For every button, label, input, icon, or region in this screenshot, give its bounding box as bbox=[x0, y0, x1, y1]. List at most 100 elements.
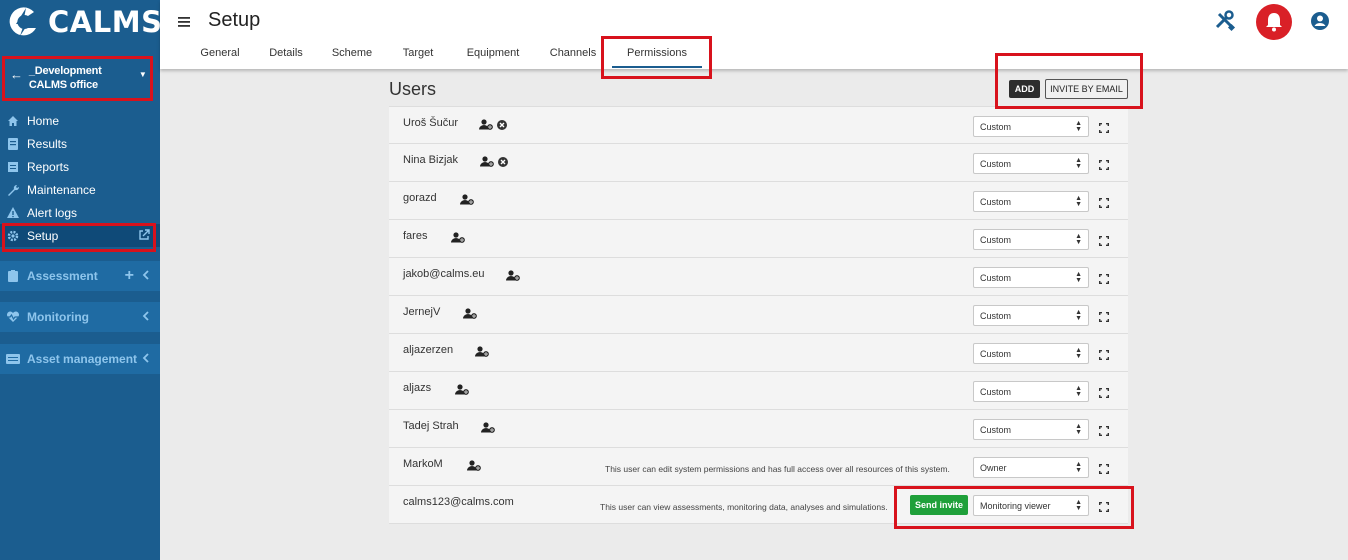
role-select[interactable]: Custom ▲ ▼ bbox=[973, 305, 1089, 326]
tab-details[interactable]: Details bbox=[252, 40, 320, 68]
select-arrows-icon: ▲ ▼ bbox=[1075, 423, 1082, 436]
select-arrows-icon: ▲ ▼ bbox=[1075, 385, 1082, 398]
chevron-left-icon[interactable] bbox=[142, 269, 150, 283]
expand-icon[interactable] bbox=[1099, 157, 1109, 175]
org-name: _Development CALMS office bbox=[28, 65, 102, 91]
user-row: JernejV Custom ▲ ▼ bbox=[389, 296, 1128, 334]
user-icons bbox=[463, 306, 477, 324]
user-key-icon[interactable] bbox=[463, 306, 477, 324]
clipboard-icon bbox=[6, 269, 20, 283]
expand-icon[interactable] bbox=[1099, 385, 1109, 403]
user-name: MarkoM bbox=[403, 458, 443, 470]
chevron-left-icon[interactable] bbox=[142, 352, 150, 366]
user-icons bbox=[451, 230, 465, 248]
gear-icon bbox=[6, 229, 20, 243]
select-arrows-icon: ▲ ▼ bbox=[1075, 461, 1082, 474]
tab-channels[interactable]: Channels bbox=[534, 40, 612, 68]
expand-icon[interactable] bbox=[1099, 499, 1109, 517]
user-key-icon[interactable] bbox=[455, 382, 469, 400]
tab-scheme[interactable]: Scheme bbox=[320, 40, 384, 68]
users-list: Uroš Šučur Custom ▲ ▼ Nina Bizjak Custom ▲ ▼ gor… bbox=[389, 106, 1128, 524]
remove-user-icon[interactable] bbox=[498, 154, 508, 172]
role-select[interactable]: Custom ▲ ▼ bbox=[973, 343, 1089, 364]
sidebar-section-label: Monitoring bbox=[27, 310, 89, 324]
sidebar-item-results[interactable]: Results bbox=[0, 132, 160, 155]
external-link-icon[interactable] bbox=[138, 229, 150, 244]
add-user-button[interactable]: ADD bbox=[1009, 80, 1040, 98]
role-select-value: Custom bbox=[980, 196, 1012, 207]
role-select[interactable]: Owner ▲ ▼ bbox=[973, 457, 1089, 478]
select-arrows-icon: ▲ ▼ bbox=[1075, 347, 1082, 360]
role-select-value: Custom bbox=[980, 386, 1012, 397]
user-key-icon[interactable] bbox=[467, 458, 481, 476]
user-key-icon[interactable] bbox=[451, 230, 465, 248]
tab-equipment[interactable]: Equipment bbox=[452, 40, 534, 68]
user-row: Uroš Šučur Custom ▲ ▼ bbox=[389, 106, 1128, 144]
select-arrows-icon: ▲ ▼ bbox=[1075, 309, 1082, 322]
tab-permissions[interactable]: Permissions bbox=[612, 40, 702, 68]
user-key-icon[interactable] bbox=[475, 344, 489, 362]
role-select[interactable]: Custom ▲ ▼ bbox=[973, 229, 1089, 250]
sidebar-item-maintenance[interactable]: Maintenance bbox=[0, 178, 160, 201]
sidebar-item-label: Alert logs bbox=[27, 205, 78, 220]
select-arrows-icon: ▲ ▼ bbox=[1075, 233, 1082, 246]
expand-icon[interactable] bbox=[1099, 195, 1109, 213]
role-select[interactable]: Custom ▲ ▼ bbox=[973, 153, 1089, 174]
role-select[interactable]: Custom ▲ ▼ bbox=[973, 116, 1089, 137]
expand-icon[interactable] bbox=[1099, 347, 1109, 365]
user-name: aljazs bbox=[403, 382, 432, 394]
send-invite-button[interactable]: Send invite bbox=[910, 495, 968, 515]
org-switcher[interactable]: ← _Development CALMS office ▼ bbox=[4, 58, 152, 98]
chevron-left-icon[interactable] bbox=[142, 310, 150, 324]
role-select-value: Owner bbox=[980, 462, 1007, 473]
hamburger-menu-icon[interactable] bbox=[178, 14, 190, 32]
user-key-icon[interactable] bbox=[506, 268, 520, 286]
sidebar: CALMS ← _Development CALMS office ▼ Home… bbox=[0, 0, 162, 560]
role-select[interactable]: Monitoring viewer ▲ ▼ bbox=[973, 495, 1089, 516]
expand-icon[interactable] bbox=[1099, 309, 1109, 327]
user-icons bbox=[506, 268, 520, 286]
user-row: jakob@calms.eu Custom ▲ ▼ bbox=[389, 258, 1128, 296]
role-select[interactable]: Custom ▲ ▼ bbox=[973, 381, 1089, 402]
user-key-icon[interactable] bbox=[479, 117, 493, 135]
sidebar-item-alert-logs[interactable]: Alert logs bbox=[0, 201, 160, 224]
role-select[interactable]: Custom ▲ ▼ bbox=[973, 419, 1089, 440]
invite-by-email-button[interactable]: INVITE BY EMAIL bbox=[1045, 79, 1128, 99]
sidebar-section-assessment[interactable]: Assessment + bbox=[0, 261, 160, 291]
expand-icon[interactable] bbox=[1099, 461, 1109, 479]
user-name: Uroš Šučur bbox=[403, 117, 459, 129]
back-arrow-icon[interactable]: ← bbox=[10, 68, 23, 82]
role-select[interactable]: Custom ▲ ▼ bbox=[973, 191, 1089, 212]
user-key-icon[interactable] bbox=[481, 420, 495, 438]
user-name: jakob@calms.eu bbox=[403, 268, 485, 280]
sidebar-item-home[interactable]: Home bbox=[0, 109, 160, 132]
tab-general[interactable]: General bbox=[188, 40, 252, 68]
add-assessment-icon[interactable]: + bbox=[125, 267, 134, 285]
tools-icon[interactable] bbox=[1214, 10, 1236, 37]
tab-target[interactable]: Target bbox=[384, 40, 452, 68]
expand-icon[interactable] bbox=[1099, 271, 1109, 289]
calms-logo[interactable]: CALMS bbox=[0, 0, 162, 44]
role-select[interactable]: Custom ▲ ▼ bbox=[973, 267, 1089, 288]
user-row: aljazs Custom ▲ ▼ bbox=[389, 372, 1128, 410]
caret-down-icon[interactable]: ▼ bbox=[139, 68, 147, 82]
account-icon[interactable] bbox=[1310, 11, 1330, 36]
sidebar-item-label: Results bbox=[27, 136, 68, 151]
user-key-icon[interactable] bbox=[480, 154, 494, 172]
sidebar-item-setup[interactable]: Setup bbox=[0, 224, 160, 247]
user-icons bbox=[475, 344, 489, 362]
expand-icon[interactable] bbox=[1099, 120, 1109, 138]
sidebar-section-monitoring[interactable]: Monitoring bbox=[0, 302, 160, 332]
user-icons bbox=[479, 117, 507, 135]
users-heading: Users bbox=[389, 79, 437, 99]
notifications-bell-icon[interactable] bbox=[1256, 4, 1292, 40]
role-select-value: Monitoring viewer bbox=[980, 500, 1051, 511]
remove-user-icon[interactable] bbox=[497, 117, 507, 135]
expand-icon[interactable] bbox=[1099, 423, 1109, 441]
expand-icon[interactable] bbox=[1099, 233, 1109, 251]
sidebar-section-asset-management[interactable]: Asset management bbox=[0, 344, 160, 374]
user-icons bbox=[460, 192, 474, 210]
user-key-icon[interactable] bbox=[460, 192, 474, 210]
sidebar-item-reports[interactable]: Reports bbox=[0, 155, 160, 178]
user-row: aljazerzen Custom ▲ ▼ bbox=[389, 334, 1128, 372]
